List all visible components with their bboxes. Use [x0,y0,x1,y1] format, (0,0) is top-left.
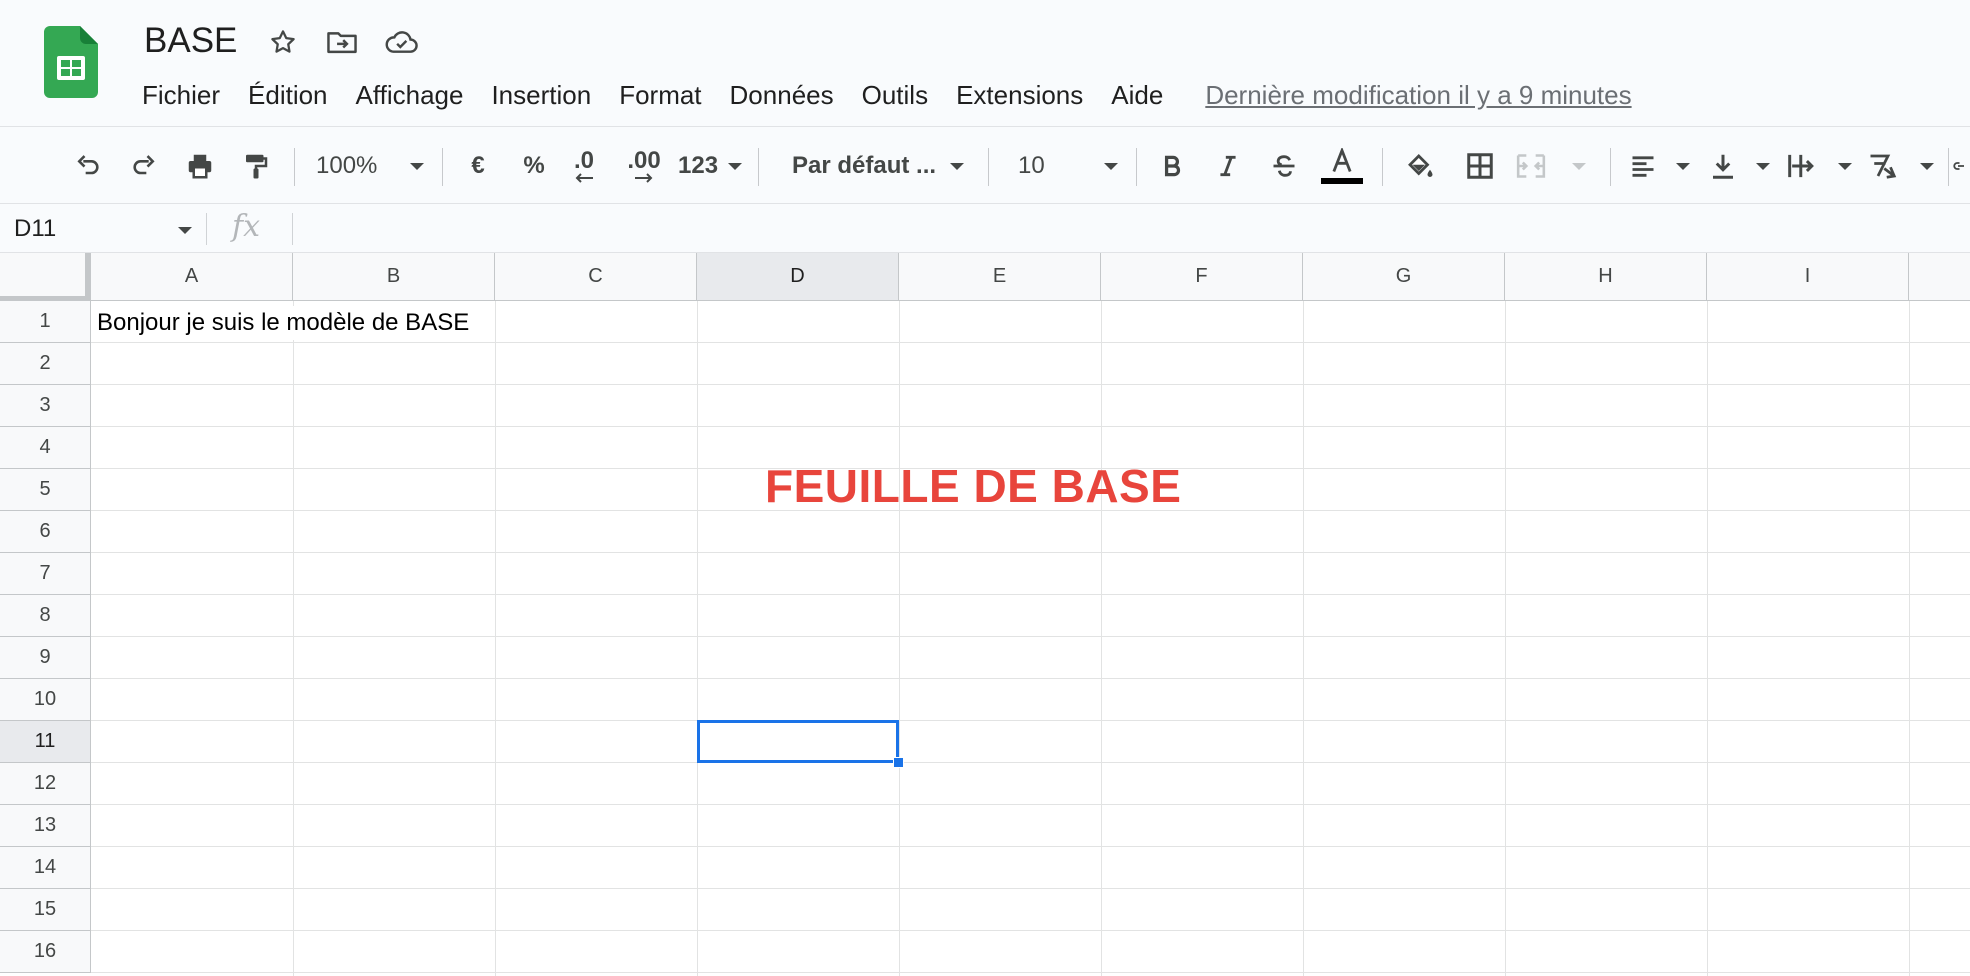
active-cell-d11[interactable] [697,720,899,763]
column-header-partial[interactable] [1909,253,1970,301]
column-header-b[interactable]: B [293,253,495,301]
merge-cells-icon [1516,154,1546,178]
undo-icon[interactable] [68,128,108,204]
chevron-down-icon [1104,162,1118,170]
fill-color-icon[interactable] [1400,128,1440,204]
column-header-a[interactable]: A [91,253,293,301]
text-overflow-icon [1788,154,1814,178]
zoom-value: 100% [316,152,378,179]
increase-decimal-button[interactable]: .00 [622,128,666,204]
paint-format-icon[interactable] [236,128,276,204]
zoom-select[interactable]: 100% [310,128,430,204]
sheets-logo-icon[interactable] [44,26,98,98]
currency-format-button[interactable]: € [462,128,494,204]
select-all-corner[interactable] [0,253,91,301]
menu-help[interactable]: Aide [1097,74,1177,116]
row-header-7[interactable]: 7 [0,553,91,595]
text-color-swatch [1321,178,1363,184]
row-header-5[interactable]: 5 [0,469,91,511]
menu-extensions[interactable]: Extensions [942,74,1097,116]
merge-cells-select[interactable] [1514,128,1586,204]
last-edit-link[interactable]: Dernière modification il y a 9 minutes [1205,80,1631,111]
name-box[interactable]: D11 [14,211,56,247]
chevron-down-icon [1676,162,1690,170]
menu-format[interactable]: Format [605,74,715,116]
column-header-i[interactable]: I [1707,253,1909,301]
arrow-right-icon [635,173,653,183]
menu-insert[interactable]: Insertion [477,74,605,116]
text-rotation-icon [1870,154,1897,179]
text-color-icon[interactable] [1318,128,1366,204]
menu-tools[interactable]: Outils [848,74,942,116]
menu-bar: Fichier Édition Affichage Insertion Form… [128,74,1632,116]
column-header-f[interactable]: F [1101,253,1303,301]
chevron-down-icon[interactable] [178,227,192,234]
menu-view[interactable]: Affichage [342,74,478,116]
chevron-down-icon [950,162,964,170]
chevron-down-icon [1572,162,1586,170]
arrow-left-icon [575,173,593,183]
function-icon: fx [232,209,261,244]
row-header-3[interactable]: 3 [0,385,91,427]
align-left-icon [1632,156,1654,177]
toolbar: 100% € % .0 .00 123 Par défaut ... 10 [0,128,1970,204]
row-header-13[interactable]: 13 [0,805,91,847]
column-header-g[interactable]: G [1303,253,1505,301]
row-header-14[interactable]: 14 [0,847,91,889]
row-header-2[interactable]: 2 [0,343,91,385]
align-bottom-icon [1713,154,1733,179]
formula-input[interactable] [304,211,1954,247]
row-header-8[interactable]: 8 [0,595,91,637]
column-header-c[interactable]: C [495,253,697,301]
star-icon[interactable] [265,24,301,60]
menu-edit[interactable]: Édition [234,74,342,116]
font-size-select[interactable]: 10 [1006,128,1122,204]
percent-format-button[interactable]: % [518,128,550,204]
menu-file[interactable]: Fichier [128,74,234,116]
menu-data[interactable]: Données [716,74,848,116]
app-header: BASE Fichier Édition Affichage Insertion… [0,0,1970,127]
fill-handle[interactable] [893,757,904,768]
row-header-6[interactable]: 6 [0,511,91,553]
row-header-9[interactable]: 9 [0,637,91,679]
row-header-1[interactable]: 1 [0,301,91,343]
link-icon[interactable] [1952,128,1970,204]
vertical-align-select[interactable] [1708,128,1770,204]
column-header-d[interactable]: D [697,253,899,301]
sheet-grid[interactable]: A B C D E F G H I 1 2 3 4 5 6 7 8 9 10 1… [0,253,1970,976]
strikethrough-icon[interactable] [1266,128,1302,204]
italic-icon[interactable] [1210,128,1246,204]
chevron-down-icon [1920,162,1934,170]
chevron-down-icon [728,162,742,170]
document-title[interactable]: BASE [144,18,237,64]
redo-icon[interactable] [124,128,164,204]
row-header-15[interactable]: 15 [0,889,91,931]
row-header-4[interactable]: 4 [0,427,91,469]
column-header-h[interactable]: H [1505,253,1707,301]
move-to-folder-icon[interactable] [324,24,360,60]
more-formats-select[interactable]: 123 [678,128,742,204]
column-header-e[interactable]: E [899,253,1101,301]
row-header-11[interactable]: 11 [0,721,91,763]
font-family-select[interactable]: Par défaut ... [778,128,968,204]
row-header-10[interactable]: 10 [0,679,91,721]
banner-text: FEUILLE DE BASE [765,460,1182,512]
chevron-down-icon [410,162,424,170]
print-icon[interactable] [180,128,220,204]
bold-icon[interactable] [1154,128,1190,204]
text-wrap-select[interactable] [1786,128,1852,204]
horizontal-align-select[interactable] [1628,128,1690,204]
borders-icon[interactable] [1460,128,1500,204]
chevron-down-icon [1838,162,1852,170]
decrease-decimal-button[interactable]: .0 [566,128,602,204]
formula-bar: D11 fx [0,205,1970,253]
chevron-down-icon [1756,162,1770,170]
cell-a1[interactable]: Bonjour je suis le modèle de BASE [97,306,474,340]
row-header-16[interactable]: 16 [0,931,91,973]
text-rotation-select[interactable] [1866,128,1934,204]
row-header-12[interactable]: 12 [0,763,91,805]
cloud-saved-icon[interactable] [384,24,420,60]
